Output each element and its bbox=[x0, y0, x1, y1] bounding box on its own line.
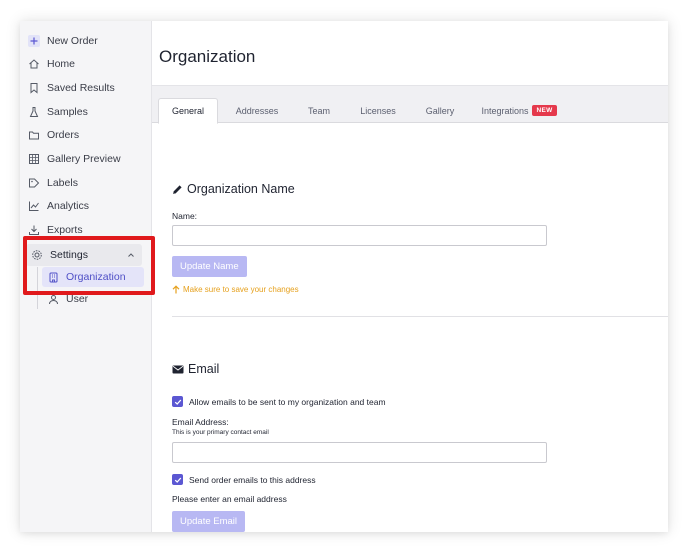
new-badge: NEW bbox=[532, 105, 557, 116]
tab-label: General bbox=[171, 106, 205, 116]
allow-emails-checkbox[interactable] bbox=[172, 396, 183, 407]
gear-icon bbox=[31, 249, 43, 261]
home-icon bbox=[28, 58, 40, 70]
sidebar-item-settings[interactable]: Settings bbox=[26, 244, 142, 266]
sidebar-item-label: Home bbox=[47, 58, 76, 70]
sidebar-item-gallery-preview[interactable]: Gallery Preview bbox=[28, 149, 121, 169]
sidebar-item-label: New Order bbox=[47, 35, 98, 47]
tag-icon bbox=[28, 177, 40, 189]
email-address-label: Email Address: bbox=[172, 417, 229, 427]
save-changes-warning: Make sure to save your changes bbox=[172, 285, 299, 294]
tab-general[interactable]: General bbox=[158, 98, 218, 124]
folder-icon bbox=[28, 129, 40, 141]
tab-label: Licenses bbox=[360, 105, 396, 116]
tab-team[interactable]: Team bbox=[298, 98, 340, 123]
update-name-button[interactable]: Update Name bbox=[172, 256, 247, 277]
page-header: Organization bbox=[152, 21, 668, 86]
sidebar-subitem-label: Organization bbox=[66, 271, 126, 283]
tab-label: Addresses bbox=[235, 105, 279, 116]
email-section-title: Email bbox=[172, 362, 219, 376]
sidebar-item-label: Orders bbox=[47, 129, 80, 141]
building-icon bbox=[48, 272, 59, 283]
sidebar-subitem-user[interactable]: User bbox=[42, 289, 144, 309]
download-icon bbox=[28, 224, 40, 236]
send-order-emails-checkbox[interactable] bbox=[172, 474, 183, 485]
tab-addresses[interactable]: Addresses bbox=[226, 98, 288, 123]
name-label: Name: bbox=[172, 211, 198, 221]
sidebar-item-label: Labels bbox=[47, 177, 78, 189]
checkbox-label: Send order emails to this address bbox=[189, 474, 316, 485]
allow-emails-checkbox-row[interactable]: Allow emails to be sent to my organizati… bbox=[172, 396, 386, 407]
sidebar-item-label: Gallery Preview bbox=[47, 153, 121, 165]
tab-bar: General Addresses Team Licenses Gallery … bbox=[152, 86, 668, 124]
sidebar-item-new-order[interactable]: New Order bbox=[28, 31, 98, 51]
sidebar-item-exports[interactable]: Exports bbox=[28, 220, 83, 240]
sidebar-item-samples[interactable]: Samples bbox=[28, 102, 88, 122]
tab-gallery[interactable]: Gallery bbox=[416, 98, 464, 123]
sidebar-item-label: Samples bbox=[47, 106, 88, 118]
section-title-text: Email bbox=[188, 362, 220, 376]
sidebar-item-label: Exports bbox=[47, 224, 83, 236]
grid-icon bbox=[28, 153, 40, 165]
general-tab-content: Organization Name Name: Update Name Make… bbox=[152, 124, 668, 532]
page-title: Organization bbox=[159, 47, 256, 66]
warning-text: Make sure to save your changes bbox=[183, 285, 299, 294]
sidebar-item-label: Saved Results bbox=[47, 82, 115, 94]
sidebar-subitem-label: User bbox=[66, 293, 89, 305]
sidebar-subitem-organization[interactable]: Organization bbox=[42, 267, 144, 287]
tab-licenses[interactable]: Licenses bbox=[352, 98, 404, 123]
plus-icon bbox=[28, 35, 40, 47]
envelope-icon bbox=[172, 364, 184, 375]
sidebar-item-label: Analytics bbox=[47, 200, 90, 212]
arrow-up-icon bbox=[172, 285, 180, 294]
chart-icon bbox=[28, 200, 40, 212]
sidebar-item-orders[interactable]: Orders bbox=[28, 125, 79, 145]
sidebar-item-label: Settings bbox=[50, 249, 88, 261]
section-divider bbox=[172, 316, 668, 317]
email-address-input[interactable] bbox=[172, 442, 547, 463]
sidebar-item-analytics[interactable]: Analytics bbox=[28, 196, 89, 216]
sidebar-item-saved-results[interactable]: Saved Results bbox=[28, 78, 115, 98]
enter-email-message: Please enter an email address bbox=[172, 494, 287, 504]
tab-integrations[interactable]: Integrations NEW bbox=[478, 98, 560, 123]
app-window: New Order Home Saved Results Samples Ord bbox=[20, 21, 668, 532]
chevron-up-icon[interactable] bbox=[126, 250, 136, 260]
pencil-icon bbox=[172, 184, 183, 195]
flask-icon bbox=[28, 106, 40, 118]
send-order-emails-checkbox-row[interactable]: Send order emails to this address bbox=[172, 474, 316, 485]
sidebar-item-labels[interactable]: Labels bbox=[28, 173, 78, 193]
organization-name-input[interactable] bbox=[172, 225, 547, 246]
checkbox-label: Allow emails to be sent to my organizati… bbox=[189, 396, 386, 407]
sidebar-item-home[interactable]: Home bbox=[28, 54, 75, 74]
subnav-divider bbox=[37, 267, 38, 309]
update-email-button[interactable]: Update Email bbox=[172, 511, 246, 532]
tab-label: Team bbox=[307, 105, 330, 116]
main-panel: Organization General Addresses Team Lice… bbox=[152, 21, 668, 532]
email-address-hint: This is your primary contact email bbox=[172, 429, 269, 436]
sidebar: New Order Home Saved Results Samples Ord bbox=[20, 21, 152, 532]
section-title-text: Organization Name bbox=[187, 182, 295, 196]
tab-label: Gallery bbox=[425, 105, 455, 116]
org-name-section-title: Organization Name bbox=[172, 182, 295, 196]
tab-label: Integrations bbox=[481, 105, 529, 116]
bookmark-icon bbox=[28, 82, 40, 94]
user-icon bbox=[48, 294, 59, 305]
